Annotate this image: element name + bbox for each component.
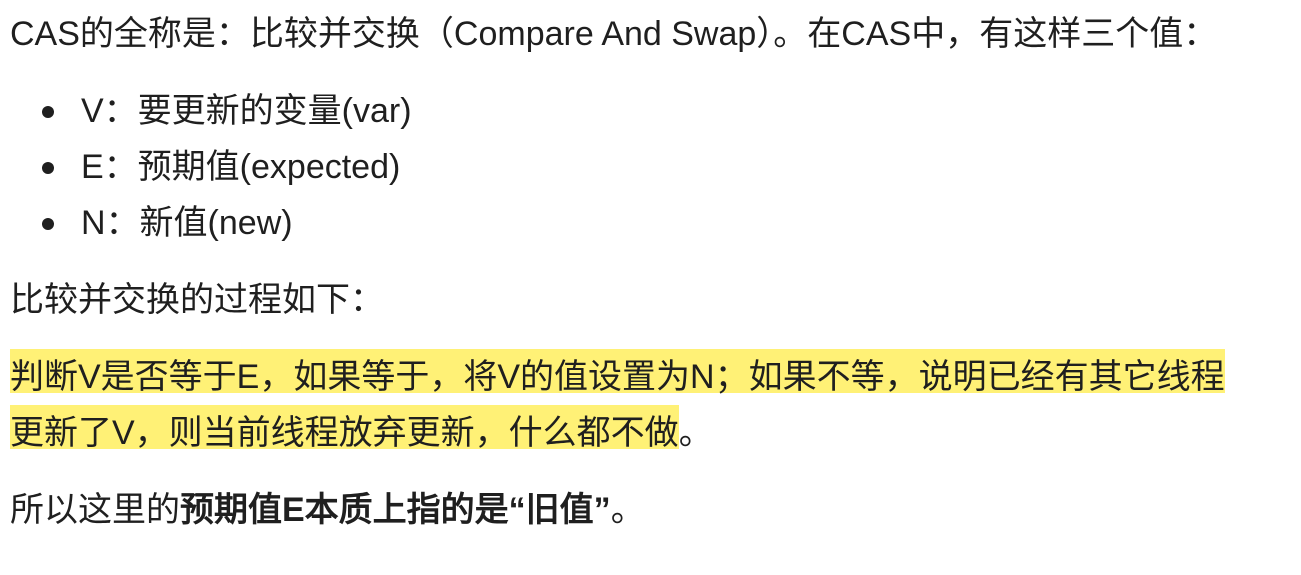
bullet-icon <box>42 162 54 174</box>
bullet-icon <box>42 106 54 118</box>
list-item-text: E：预期值(expected) <box>81 148 401 186</box>
intro-paragraph: CAS的全称是：比较并交换（Compare And Swap）。在CAS中，有这… <box>10 15 1218 53</box>
list-item-text: N：新值(new) <box>81 204 293 242</box>
conclusion-bold: 预期值E本质上指的是“旧值” <box>180 491 611 529</box>
list-item-v: V：要更新的变量(var) <box>10 83 1291 139</box>
conclusion-prefix: 所以这里的 <box>10 491 180 529</box>
cas-values-list: V：要更新的变量(var) E：预期值(expected) N：新值(new) <box>10 83 1291 251</box>
highlighted-text: 更新了V，则当前线程放弃更新，什么都不做 <box>10 405 679 452</box>
process-title: 比较并交换的过程如下： <box>10 281 384 319</box>
process-line-2: 更新了V，则当前线程放弃更新，什么都不做。 <box>10 405 1291 461</box>
list-item-n: N：新值(new) <box>10 195 1291 251</box>
document-page: CAS的全称是：比较并交换（Compare And Swap）。在CAS中，有这… <box>0 0 1301 575</box>
bullet-icon <box>42 218 54 230</box>
list-item-text: V：要更新的变量(var) <box>81 92 412 130</box>
process-line-1: 判断V是否等于E，如果等于，将V的值设置为N；如果不等，说明已经有其它线程 <box>10 349 1291 405</box>
conclusion-paragraph: 所以这里的预期值E本质上指的是“旧值”。 <box>10 482 1291 538</box>
highlighted-text: 判断V是否等于E，如果等于，将V的值设置为N；如果不等，说明已经有其它线程 <box>10 349 1225 396</box>
conclusion-suffix: 。 <box>610 491 645 529</box>
list-item-e: E：预期值(expected) <box>10 139 1291 195</box>
line-end-punctuation: 。 <box>678 414 713 452</box>
highlighted-process-paragraph: 判断V是否等于E，如果等于，将V的值设置为N；如果不等，说明已经有其它线程 更新… <box>10 349 1291 461</box>
